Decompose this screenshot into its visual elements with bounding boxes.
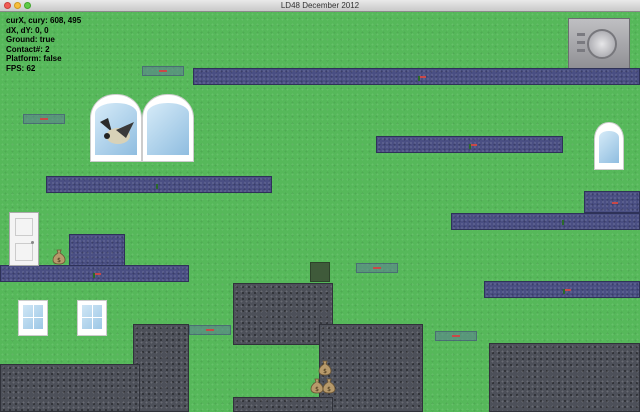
svg-text:$: $	[57, 257, 61, 264]
money-bag-icon: $	[52, 249, 66, 265]
exit-door	[9, 212, 39, 266]
debug-ground: Ground: true	[6, 35, 55, 44]
window-title: LD48 December 2012	[280, 1, 360, 10]
svg-text:$: $	[323, 368, 327, 375]
marker	[565, 289, 571, 291]
moving-platform	[142, 66, 184, 76]
rock-terrain	[233, 283, 333, 345]
small-window	[77, 300, 107, 336]
svg-text:$: $	[315, 386, 319, 393]
arched-window	[594, 122, 624, 170]
moving-platform	[356, 263, 398, 273]
game-canvas[interactable]: curX, cury: 608, 495 dX, dY: 0, 0 Ground…	[0, 12, 640, 412]
platform	[46, 176, 272, 193]
debug-contact: Contact#: 2	[6, 44, 50, 54]
debug-cur: curX, cury: 608, 495	[6, 16, 82, 25]
platform	[451, 213, 640, 230]
platform	[484, 281, 640, 298]
marker	[420, 76, 426, 78]
door-knob-icon	[31, 241, 34, 244]
switch-tile	[310, 262, 330, 282]
marker	[156, 184, 158, 189]
debug-fps: FPS: 62	[6, 63, 36, 73]
moving-platform	[435, 331, 477, 341]
platform	[193, 68, 640, 85]
money-bag-icon: $	[322, 378, 336, 394]
rock-terrain	[489, 343, 640, 412]
debug-delta: dX, dY: 0, 0	[6, 25, 49, 35]
platform	[69, 234, 125, 266]
rock-terrain	[0, 364, 140, 412]
rock-terrain	[133, 324, 189, 412]
moving-platform	[23, 114, 65, 124]
title-bar: LD48 December 2012	[0, 0, 640, 12]
arched-window	[142, 94, 194, 162]
bird-icon	[100, 118, 134, 144]
marker	[95, 273, 101, 275]
vault-door	[568, 18, 630, 72]
rock-terrain	[233, 397, 333, 412]
moving-platform	[189, 325, 231, 335]
small-window	[18, 300, 48, 336]
money-bag-icon: $	[318, 360, 332, 376]
debug-overlay: curX, cury: 608, 495 dX, dY: 0, 0 Ground…	[6, 16, 81, 73]
marker	[471, 144, 477, 146]
marker	[562, 220, 564, 225]
rock-terrain	[319, 324, 423, 412]
game-window: LD48 December 2012 curX, cury: 608, 495 …	[0, 0, 640, 412]
debug-platform: Platform: false	[6, 54, 62, 63]
marker	[612, 202, 618, 204]
vault-dial-icon	[587, 29, 617, 59]
svg-text:$: $	[327, 386, 331, 393]
